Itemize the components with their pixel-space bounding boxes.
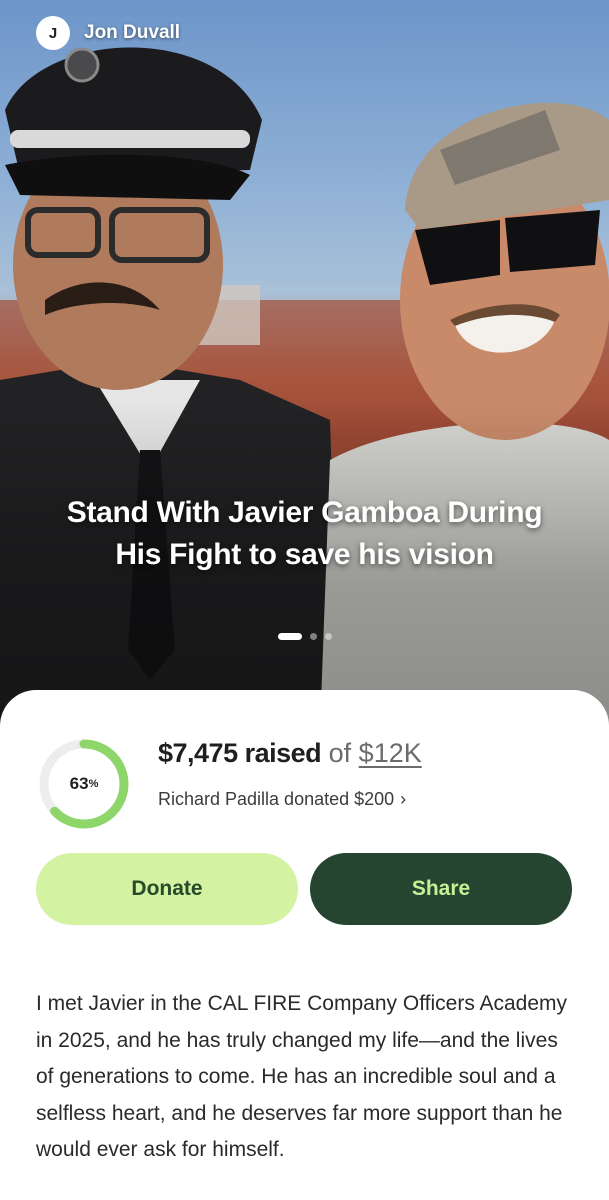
- author[interactable]: J Jon Duvall: [36, 16, 180, 50]
- avatar[interactable]: J: [36, 16, 70, 50]
- raised-amount: $7,475 raised: [158, 738, 322, 768]
- carousel-dot-3[interactable]: [324, 633, 332, 640]
- recent-donation-link[interactable]: Richard Padilla donated $200 ›: [158, 789, 406, 810]
- fundraiser-card: 63% $7,475 raised of $12K Richard Padill…: [0, 690, 609, 1200]
- story-text: I met Javier in the CAL FIRE Company Off…: [36, 992, 568, 1161]
- chevron-right-icon: ›: [400, 789, 407, 809]
- of-text: of: [321, 738, 359, 768]
- carousel-dot-1[interactable]: [277, 633, 302, 640]
- progress-percent-suffix: %: [88, 778, 99, 790]
- progress-percent-value: 63: [69, 774, 89, 793]
- share-button[interactable]: Share: [310, 853, 572, 925]
- amount-raised: $7,475 raised of $12K: [158, 738, 422, 769]
- carousel-dot-2[interactable]: [309, 633, 317, 640]
- fundraiser-title: Stand With Javier Gamboa During His Figh…: [66, 496, 543, 571]
- progress-ring: 63%: [36, 736, 132, 832]
- goal-amount-link[interactable]: $12K: [359, 738, 422, 768]
- progress-percent: 63%: [36, 736, 132, 832]
- donate-button[interactable]: Donate: [36, 853, 298, 925]
- hero-image: J Jon Duvall Stand With Javier Gamboa Du…: [0, 0, 609, 730]
- carousel-indicator[interactable]: [0, 633, 609, 640]
- author-name[interactable]: Jon Duvall: [84, 22, 180, 44]
- recent-donation-text: Richard Padilla donated $200: [158, 789, 395, 809]
